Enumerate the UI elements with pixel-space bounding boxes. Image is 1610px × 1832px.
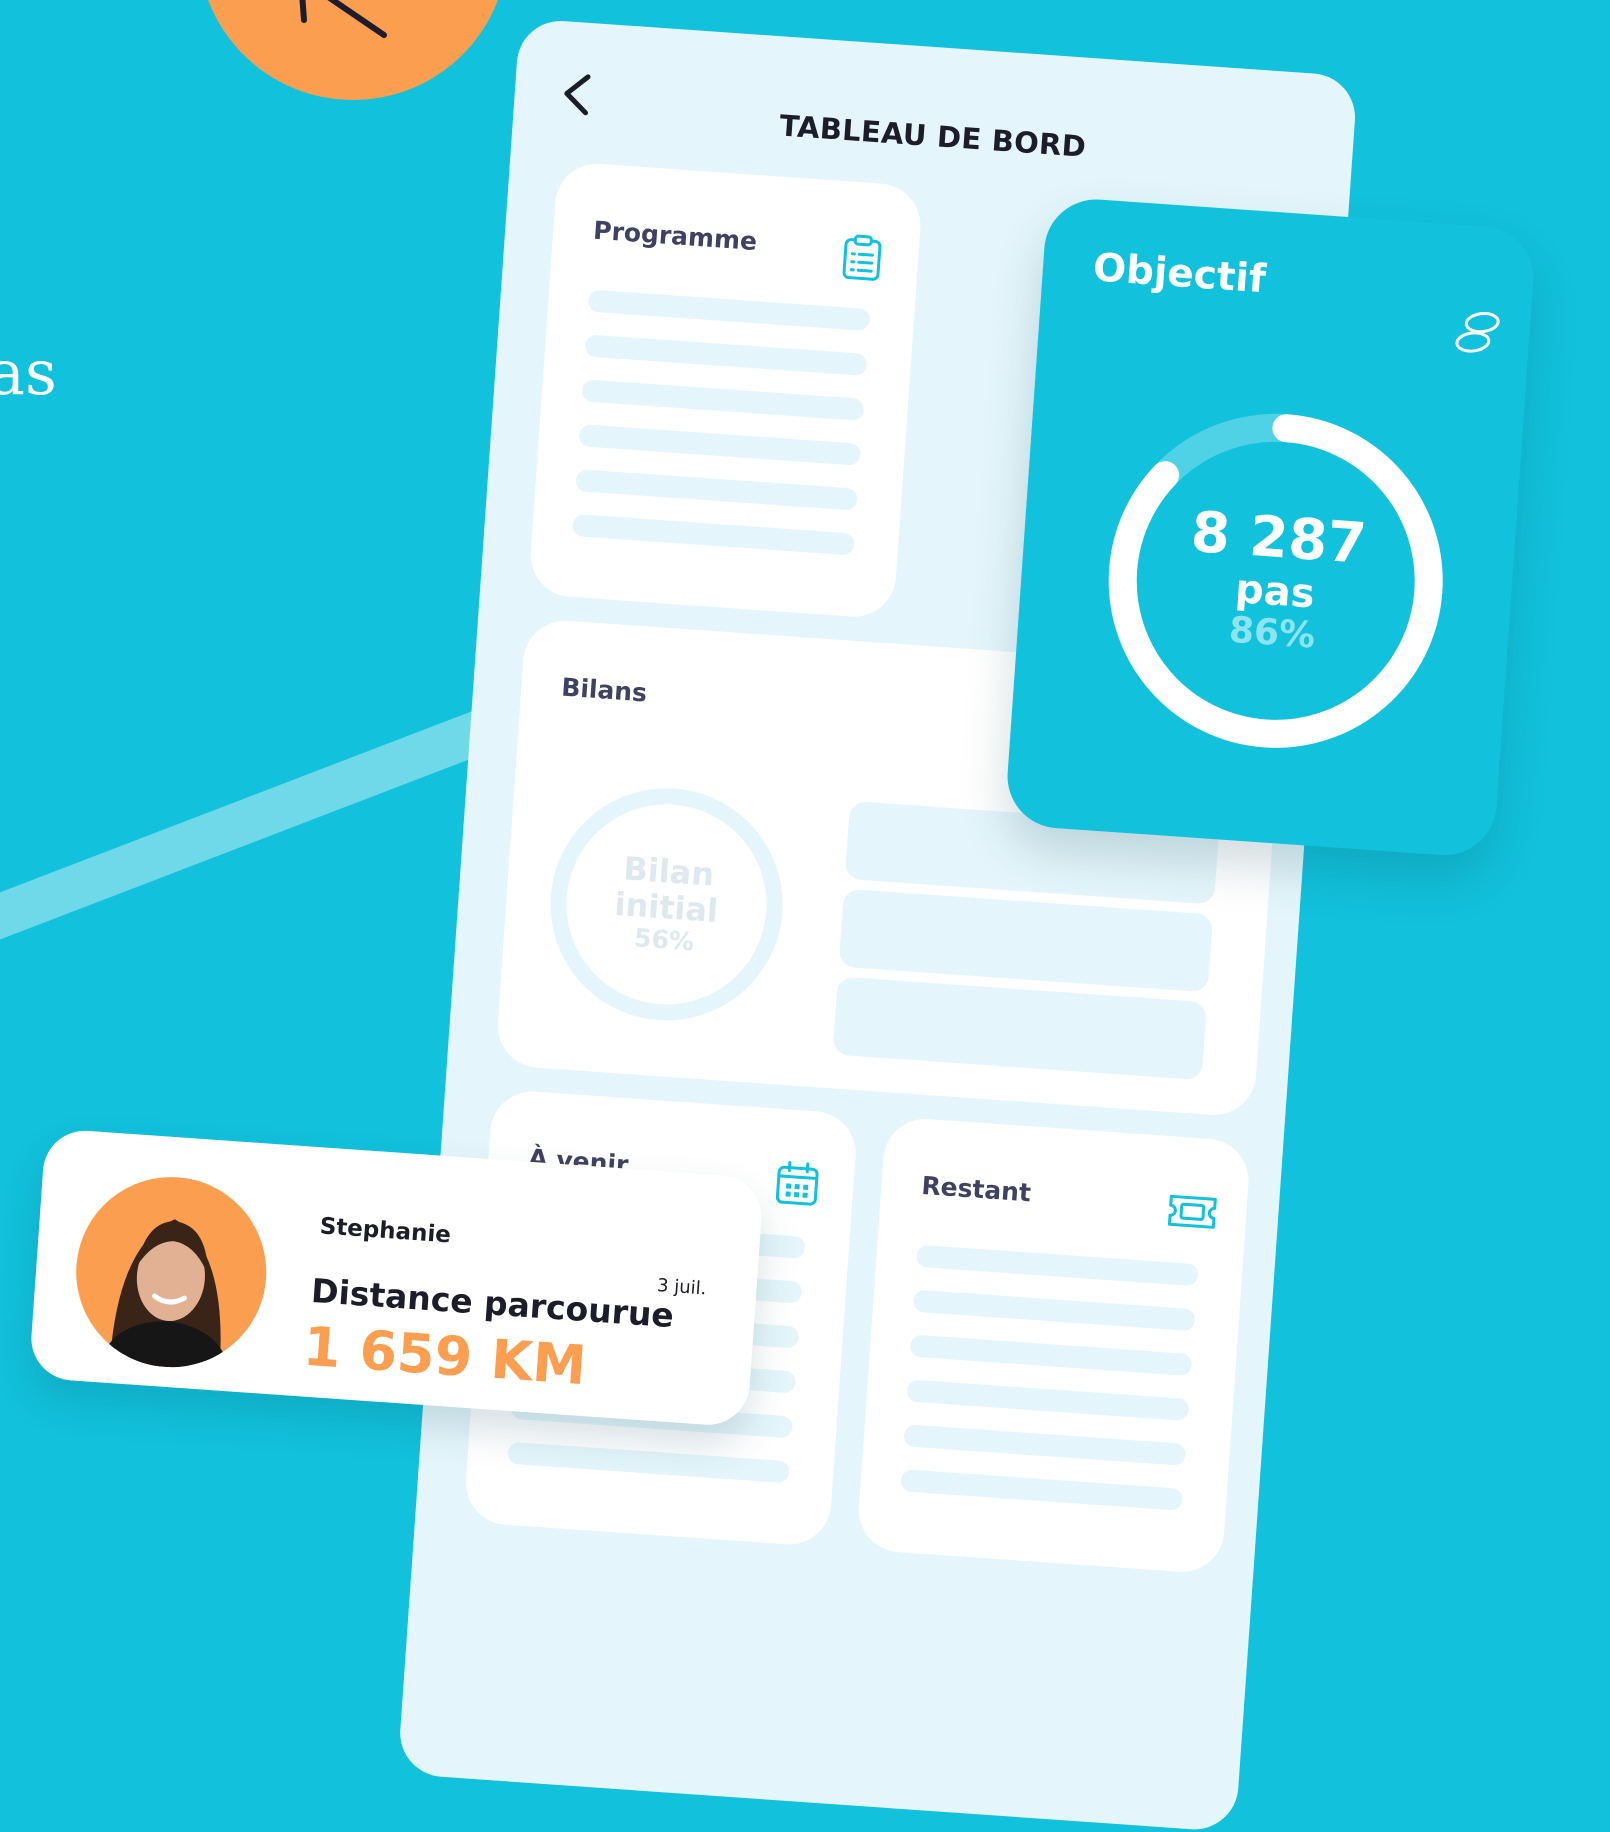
activity-card[interactable]: Stephanie 3 juil. Distance parcourue 1 6…	[28, 1128, 765, 1428]
bilan-initial-ring: Bilan initial 56%	[542, 780, 791, 1029]
steps-unit: pas	[1233, 566, 1317, 618]
footsteps-icon	[1455, 311, 1500, 353]
placeholder-bar	[906, 1379, 1190, 1421]
bilan-ring-line2: initial	[613, 884, 720, 930]
ticket-icon	[1167, 1194, 1217, 1229]
partial-heading-text: as	[0, 336, 57, 409]
placeholder-bar	[903, 1424, 1187, 1466]
placeholder-bar	[587, 289, 871, 332]
programme-card[interactable]: Programme	[527, 161, 924, 620]
magnifier-icon	[299, 0, 387, 38]
placeholder-bar	[912, 1289, 1196, 1332]
placeholder-bar	[572, 513, 855, 556]
placeholder-block	[832, 976, 1208, 1081]
steps-count: 8 287	[1188, 500, 1369, 578]
user-photo-avatar	[69, 1170, 273, 1374]
programme-title: Programme	[592, 215, 758, 257]
user-name: Stephanie	[318, 1213, 452, 1249]
placeholder-bar	[578, 424, 862, 466]
restant-card[interactable]: Restant	[856, 1116, 1252, 1575]
placeholder-bar	[575, 469, 858, 511]
placeholder-bar	[581, 379, 865, 421]
placeholder-bar	[909, 1334, 1193, 1377]
steps-percent: 86%	[1227, 609, 1317, 657]
placeholder-bar	[507, 1441, 790, 1484]
distance-value: 1 659 KM	[301, 1314, 589, 1398]
restant-title: Restant	[920, 1170, 1032, 1208]
objectif-title: Objectif	[1091, 245, 1268, 303]
orange-decoration	[198, 0, 508, 100]
placeholder-bar	[584, 334, 868, 376]
placeholder-bar	[915, 1244, 1199, 1287]
placeholder-bar	[900, 1469, 1184, 1511]
bilan-ring-percent: 56%	[633, 923, 695, 957]
bilans-title: Bilans	[560, 672, 648, 708]
objectif-card[interactable]: Objectif 8 287 pas 86%	[1004, 196, 1537, 859]
calendar-icon	[775, 1161, 819, 1206]
gauge-readout: 8 287 pas 86%	[1094, 399, 1457, 762]
placeholder-block	[838, 888, 1214, 993]
clipboard-list-icon	[842, 234, 882, 281]
